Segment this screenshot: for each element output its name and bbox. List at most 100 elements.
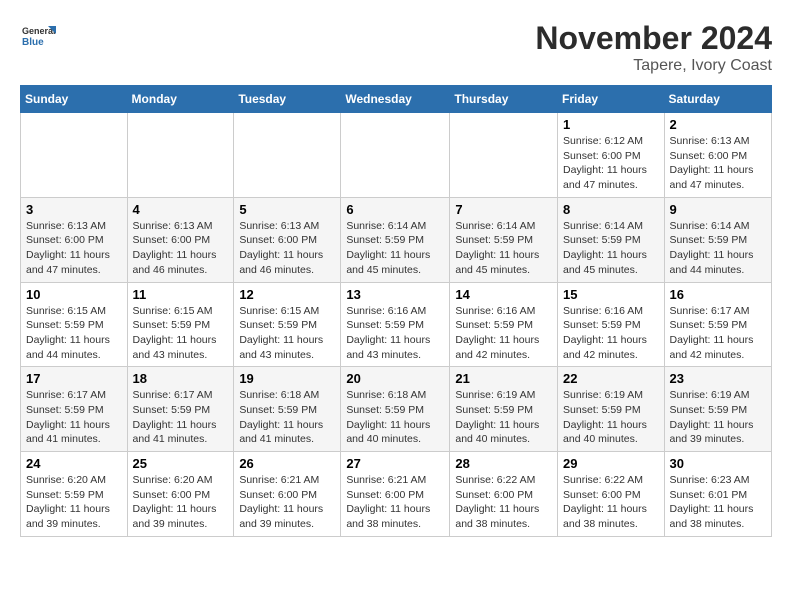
calendar-cell: 23 Sunrise: 6:19 AMSunset: 5:59 PMDayligh… [664, 367, 771, 452]
calendar-cell: 14 Sunrise: 6:16 AMSunset: 5:59 PMDayligh… [450, 282, 558, 367]
calendar-cell: 9 Sunrise: 6:14 AMSunset: 5:59 PMDaylight… [664, 197, 771, 282]
calendar-cell: 22Sunrise: 6:19 AMSunset: 5:59 PMDayligh… [558, 367, 665, 452]
day-info: Sunrise: 6:22 AMSunset: 6:00 PMDaylight:… [563, 473, 659, 532]
day-number: 5 [239, 202, 335, 217]
day-info: Sunrise: 6:13 AMSunset: 6:00 PMDaylight:… [133, 219, 229, 278]
day-info: Sunrise: 6:20 AMSunset: 6:00 PMDaylight:… [133, 473, 229, 532]
day-info: Sunrise: 6:16 AMSunset: 5:59 PMDaylight:… [563, 304, 659, 363]
calendar-cell: 20 Sunrise: 6:18 AMSunset: 5:59 PMDayligh… [341, 367, 450, 452]
day-number: 25 [133, 456, 229, 471]
weekday-header-wednesday: Wednesday [341, 86, 450, 113]
day-info: Sunrise: 6:21 AMSunset: 6:00 PMDaylight:… [239, 473, 335, 532]
calendar-cell: 24Sunrise: 6:20 AMSunset: 5:59 PMDayligh… [21, 452, 128, 537]
day-info: Sunrise: 6:13 AMSunset: 6:00 PMDaylight:… [670, 134, 766, 193]
day-info: Sunrise: 6:17 AMSunset: 5:59 PMDaylight:… [26, 388, 122, 447]
day-info: Sunrise: 6:13 AMSunset: 6:00 PMDaylight:… [26, 219, 122, 278]
day-number: 4 [133, 202, 229, 217]
weekday-header-tuesday: Tuesday [234, 86, 341, 113]
day-info: Sunrise: 6:19 AMSunset: 5:59 PMDaylight:… [670, 388, 766, 447]
page-header: General Blue November 2024 Tapere, Ivory… [20, 20, 772, 75]
calendar-cell: 21 Sunrise: 6:19 AMSunset: 5:59 PMDayligh… [450, 367, 558, 452]
day-info: Sunrise: 6:12 AMSunset: 6:00 PMDaylight:… [563, 134, 659, 193]
day-info: Sunrise: 6:16 AMSunset: 5:59 PMDaylight:… [455, 304, 552, 363]
calendar-cell: 15 Sunrise: 6:16 AMSunset: 5:59 PMDayligh… [558, 282, 665, 367]
calendar-week-1: 1 Sunrise: 6:12 AMSunset: 6:00 PMDaylight… [21, 113, 772, 198]
calendar-cell: 13Sunrise: 6:16 AMSunset: 5:59 PMDayligh… [341, 282, 450, 367]
day-info: Sunrise: 6:14 AMSunset: 5:59 PMDaylight:… [670, 219, 766, 278]
location-title: Tapere, Ivory Coast [535, 57, 772, 75]
day-info: Sunrise: 6:17 AMSunset: 5:59 PMDaylight:… [133, 388, 229, 447]
calendar-cell: 17 Sunrise: 6:17 AMSunset: 5:59 PMDayligh… [21, 367, 128, 452]
calendar-body: 1 Sunrise: 6:12 AMSunset: 6:00 PMDaylight… [21, 113, 772, 537]
calendar-cell: 25 Sunrise: 6:20 AMSunset: 6:00 PMDayligh… [127, 452, 234, 537]
day-number: 20 [346, 371, 444, 386]
weekday-header-sunday: Sunday [21, 86, 128, 113]
calendar-cell: 11Sunrise: 6:15 AMSunset: 5:59 PMDayligh… [127, 282, 234, 367]
day-number: 16 [670, 287, 766, 302]
day-info: Sunrise: 6:15 AMSunset: 5:59 PMDaylight:… [26, 304, 122, 363]
calendar-cell: 27 Sunrise: 6:21 AMSunset: 6:00 PMDayligh… [341, 452, 450, 537]
day-number: 28 [455, 456, 552, 471]
calendar-cell: 29 Sunrise: 6:22 AMSunset: 6:00 PMDayligh… [558, 452, 665, 537]
day-info: Sunrise: 6:21 AMSunset: 6:00 PMDaylight:… [346, 473, 444, 532]
calendar-cell: 18 Sunrise: 6:17 AMSunset: 5:59 PMDayligh… [127, 367, 234, 452]
day-number: 15 [563, 287, 659, 302]
calendar-week-2: 3Sunrise: 6:13 AMSunset: 6:00 PMDaylight… [21, 197, 772, 282]
day-info: Sunrise: 6:23 AMSunset: 6:01 PMDaylight:… [670, 473, 766, 532]
day-number: 27 [346, 456, 444, 471]
calendar-table: SundayMondayTuesdayWednesdayThursdayFrid… [20, 85, 772, 537]
calendar-cell [21, 113, 128, 198]
weekday-header-saturday: Saturday [664, 86, 771, 113]
title-area: November 2024 Tapere, Ivory Coast [535, 20, 772, 75]
calendar-cell: 12Sunrise: 6:15 AMSunset: 5:59 PMDayligh… [234, 282, 341, 367]
calendar-cell [127, 113, 234, 198]
day-number: 1 [563, 117, 659, 132]
day-number: 9 [670, 202, 766, 217]
weekday-header-row: SundayMondayTuesdayWednesdayThursdayFrid… [21, 86, 772, 113]
day-number: 6 [346, 202, 444, 217]
calendar-cell: 2 Sunrise: 6:13 AMSunset: 6:00 PMDaylight… [664, 113, 771, 198]
day-info: Sunrise: 6:14 AMSunset: 5:59 PMDaylight:… [455, 219, 552, 278]
weekday-header-friday: Friday [558, 86, 665, 113]
day-number: 24 [26, 456, 122, 471]
weekday-header-thursday: Thursday [450, 86, 558, 113]
day-info: Sunrise: 6:15 AMSunset: 5:59 PMDaylight:… [133, 304, 229, 363]
day-number: 14 [455, 287, 552, 302]
day-number: 7 [455, 202, 552, 217]
day-info: Sunrise: 6:18 AMSunset: 5:59 PMDaylight:… [239, 388, 335, 447]
day-number: 21 [455, 371, 552, 386]
calendar-cell: 7 Sunrise: 6:14 AMSunset: 5:59 PMDaylight… [450, 197, 558, 282]
day-number: 22 [563, 371, 659, 386]
calendar-cell [234, 113, 341, 198]
logo: General Blue [20, 20, 56, 56]
calendar-week-3: 10 Sunrise: 6:15 AMSunset: 5:59 PMDayligh… [21, 282, 772, 367]
day-number: 18 [133, 371, 229, 386]
month-title: November 2024 [535, 20, 772, 57]
day-info: Sunrise: 6:19 AMSunset: 5:59 PMDaylight:… [455, 388, 552, 447]
calendar-cell: 4 Sunrise: 6:13 AMSunset: 6:00 PMDaylight… [127, 197, 234, 282]
day-number: 30 [670, 456, 766, 471]
day-number: 26 [239, 456, 335, 471]
calendar-cell: 5Sunrise: 6:13 AMSunset: 6:00 PMDaylight… [234, 197, 341, 282]
day-number: 17 [26, 371, 122, 386]
day-number: 29 [563, 456, 659, 471]
calendar-cell: 30 Sunrise: 6:23 AMSunset: 6:01 PMDayligh… [664, 452, 771, 537]
calendar-cell: 28 Sunrise: 6:22 AMSunset: 6:00 PMDayligh… [450, 452, 558, 537]
svg-text:Blue: Blue [22, 37, 44, 48]
weekday-header-monday: Monday [127, 86, 234, 113]
day-number: 19 [239, 371, 335, 386]
calendar-cell: 19 Sunrise: 6:18 AMSunset: 5:59 PMDayligh… [234, 367, 341, 452]
day-number: 8 [563, 202, 659, 217]
calendar-cell [450, 113, 558, 198]
day-number: 10 [26, 287, 122, 302]
day-number: 23 [670, 371, 766, 386]
day-info: Sunrise: 6:17 AMSunset: 5:59 PMDaylight:… [670, 304, 766, 363]
day-info: Sunrise: 6:22 AMSunset: 6:00 PMDaylight:… [455, 473, 552, 532]
logo-svg: General Blue [20, 20, 56, 56]
calendar-cell: 8Sunrise: 6:14 AMSunset: 5:59 PMDaylight… [558, 197, 665, 282]
calendar-cell: 10 Sunrise: 6:15 AMSunset: 5:59 PMDayligh… [21, 282, 128, 367]
day-info: Sunrise: 6:18 AMSunset: 5:59 PMDaylight:… [346, 388, 444, 447]
calendar-cell: 3Sunrise: 6:13 AMSunset: 6:00 PMDaylight… [21, 197, 128, 282]
day-info: Sunrise: 6:15 AMSunset: 5:59 PMDaylight:… [239, 304, 335, 363]
day-number: 2 [670, 117, 766, 132]
